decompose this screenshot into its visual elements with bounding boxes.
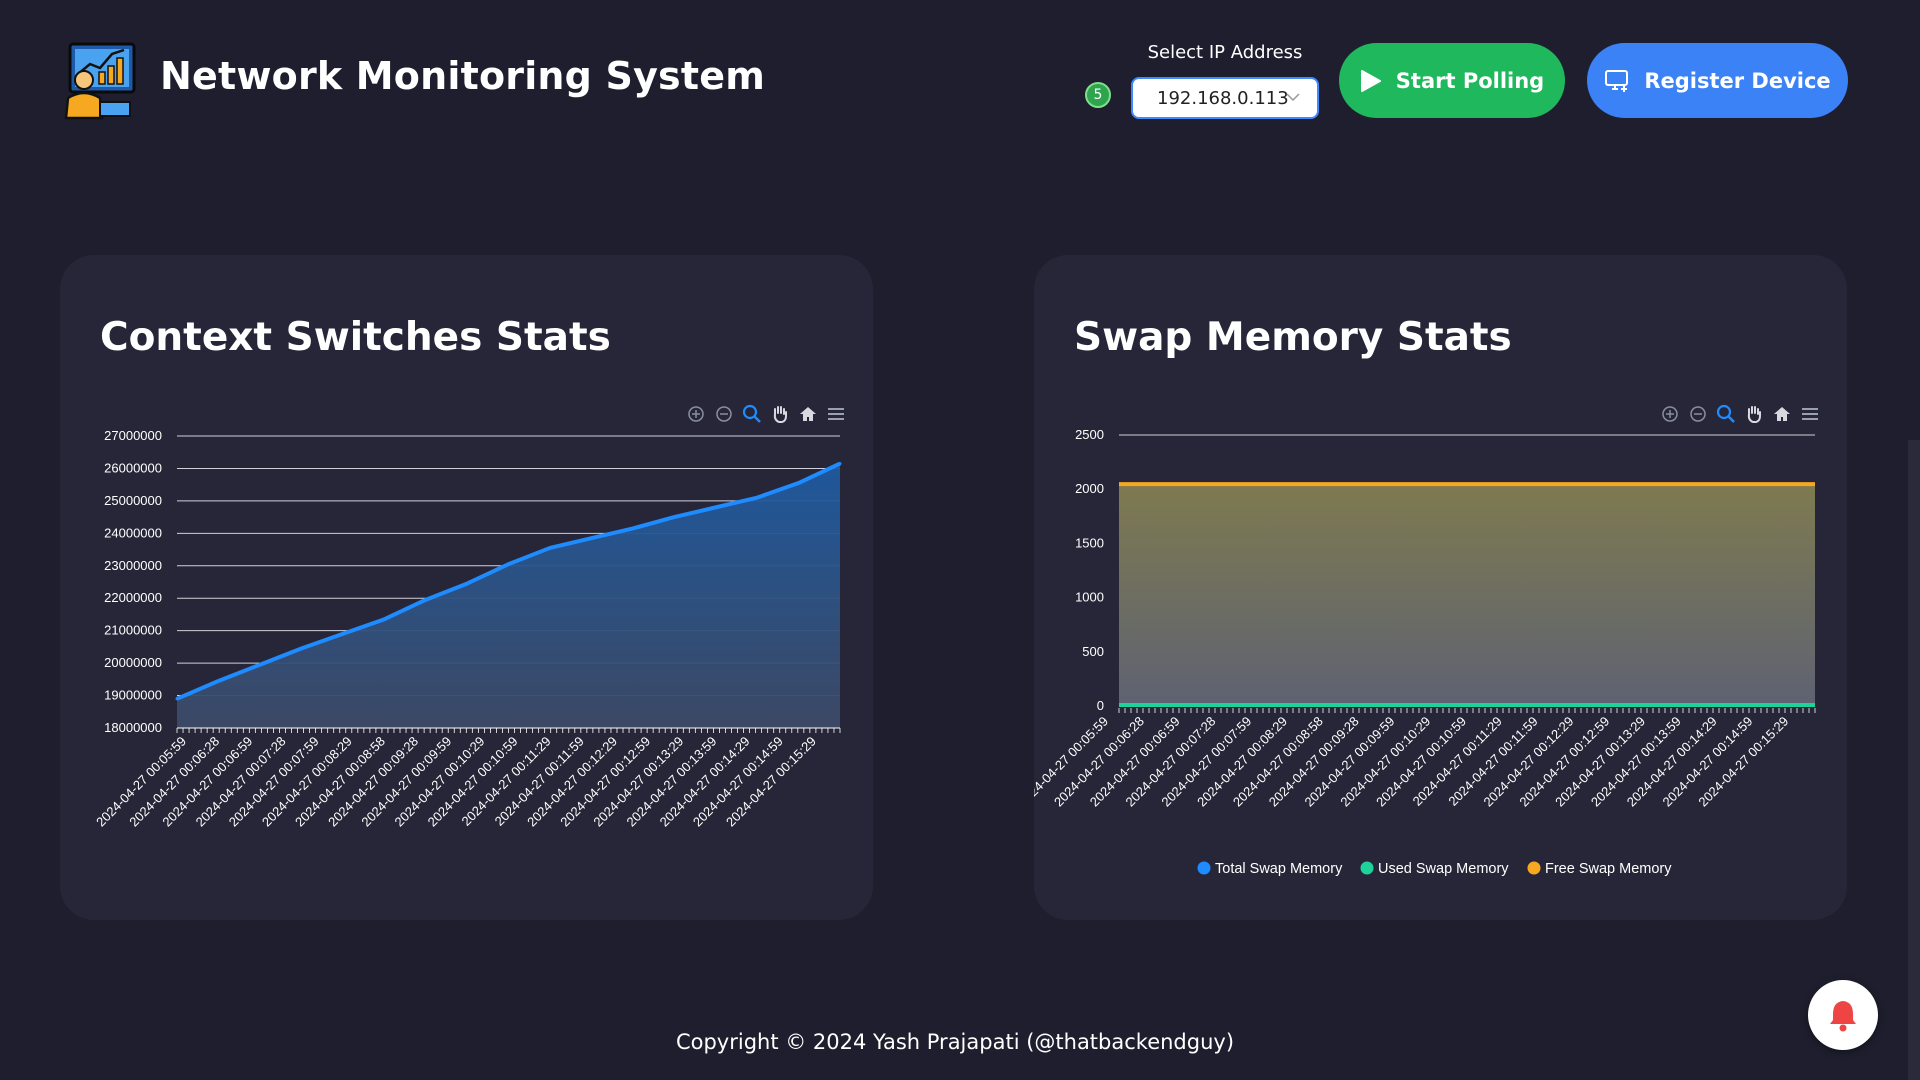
swap-memory-chart: 250020001500100050002024-04-27 00:05:592… <box>1034 427 1816 877</box>
y-tick-label: 20000000 <box>104 655 162 670</box>
ip-address-select[interactable]: 192.168.0.113 <box>1131 77 1319 119</box>
data-point <box>838 462 842 466</box>
device-count-badge: 5 <box>1085 82 1111 108</box>
y-tick-label: 1500 <box>1075 535 1104 550</box>
total-swap-area <box>1119 484 1815 706</box>
data-point <box>382 617 386 621</box>
play-icon <box>1360 69 1381 92</box>
y-tick-label: 24000000 <box>104 525 162 540</box>
y-tick-label: 25000000 <box>104 493 162 508</box>
data-point <box>589 536 593 540</box>
bell-icon <box>1830 1001 1856 1032</box>
y-tick-label: 18000000 <box>104 720 162 735</box>
data-point <box>299 647 303 651</box>
register-device-button[interactable]: Register Device <box>1587 43 1848 118</box>
app-title: Network Monitoring System <box>160 54 766 98</box>
data-point <box>258 663 262 667</box>
selected-ip-value: 192.168.0.113 <box>1157 87 1289 109</box>
start-polling-button[interactable]: Start Polling <box>1339 43 1565 118</box>
app-header: Network Monitoring System Select IP Addr… <box>0 0 1920 160</box>
data-point <box>507 562 510 566</box>
data-point <box>175 697 179 701</box>
logo-icon <box>62 40 138 120</box>
legend-label: Used Swap Memory <box>1378 861 1509 877</box>
notification-bell-button[interactable] <box>1808 980 1878 1050</box>
footer-copyright: Copyright © 2024 Yash Prajapati (@thatba… <box>675 1030 1235 1054</box>
page-scrollbar[interactable] <box>1908 440 1920 1080</box>
context-switches-card: Context Switches Stats 27000000 26000000 2… <box>60 255 873 920</box>
y-tick-label: 2000 <box>1075 481 1104 496</box>
legend-label: Free Swap Memory <box>1545 861 1672 877</box>
data-point <box>797 481 801 485</box>
data-point <box>714 505 718 509</box>
y-tick-label: 0 <box>1097 698 1104 713</box>
data-point <box>755 496 759 500</box>
context-switches-chart: 27000000 26000000 25000000 24000000 23000000… <box>93 428 842 829</box>
legend-marker <box>1360 861 1374 875</box>
y-tick-label: 500 <box>1082 644 1104 659</box>
y-tick-label: 26000000 <box>104 460 162 475</box>
y-tick-label: 23000000 <box>104 558 162 573</box>
data-point <box>672 515 676 519</box>
data-point <box>631 526 635 530</box>
data-point <box>424 598 428 602</box>
ip-select-label: Select IP Address <box>1147 42 1303 63</box>
y-tick-label: 27000000 <box>104 428 162 443</box>
register-device-label: Register Device <box>1644 68 1831 93</box>
start-polling-label: Start Polling <box>1395 68 1545 93</box>
data-point <box>216 679 220 683</box>
data-point <box>548 546 552 550</box>
y-tick-label: 19000000 <box>104 688 162 703</box>
y-tick-label: 1000 <box>1075 590 1104 605</box>
legend-marker <box>1527 861 1541 875</box>
legend-label: Total Swap Memory <box>1215 861 1343 877</box>
chevron-down-icon <box>1286 93 1300 102</box>
swap-memory-card: Swap Memory Stats 2500 2000 1500 1000 500 0 20… <box>1034 255 1847 920</box>
legend-marker <box>1197 861 1211 875</box>
y-tick-label: 22000000 <box>104 590 162 605</box>
data-point <box>341 632 345 636</box>
y-tick-label: 2500 <box>1075 427 1104 442</box>
monitor-add-icon <box>1605 69 1629 92</box>
y-tick-label: 21000000 <box>104 623 162 638</box>
data-point <box>465 582 469 586</box>
